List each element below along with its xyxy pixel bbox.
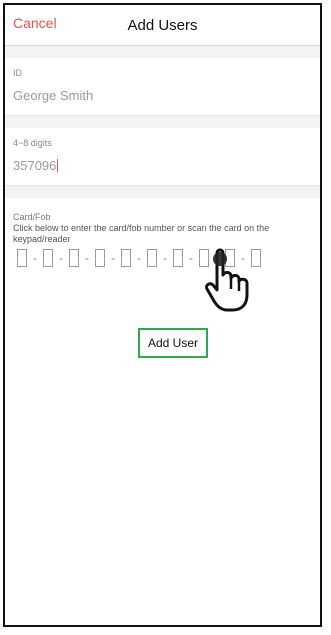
digit-separator: - [85, 251, 89, 265]
cancel-button[interactable]: Cancel [13, 15, 57, 31]
card-digit-box[interactable] [95, 249, 105, 267]
section-spacer [5, 186, 320, 198]
card-digit-box[interactable] [69, 249, 79, 267]
id-input[interactable]: George Smith [5, 78, 320, 103]
digit-separator: - [189, 251, 193, 265]
digit-separator: - [111, 251, 115, 265]
add-user-button[interactable]: Add User [138, 328, 208, 358]
hand-pointer-icon [205, 248, 249, 312]
card-digit-box[interactable] [173, 249, 183, 267]
card-digit-box[interactable] [43, 249, 53, 267]
section-spacer [5, 116, 320, 128]
digit-separator: - [59, 251, 63, 265]
pin-value: 357096 [13, 158, 57, 173]
text-cursor [57, 159, 59, 172]
nav-bar: Cancel Add Users [5, 5, 320, 46]
pin-label: 4~8 digits [13, 138, 52, 148]
card-field-group: Card/Fob Click below to enter the card/f… [5, 198, 320, 267]
pin-field-group: 4~8 digits 357096 [5, 128, 320, 186]
digit-separator: - [137, 251, 141, 265]
add-users-screen: Cancel Add Users ID George Smith 4~8 dig… [3, 3, 322, 627]
card-digit-box[interactable] [121, 249, 131, 267]
card-number-input[interactable]: --------- [13, 249, 312, 267]
id-field-group: ID George Smith [5, 58, 320, 116]
digit-separator: - [33, 251, 37, 265]
card-label: Card/Fob [13, 212, 51, 222]
card-digit-box[interactable] [17, 249, 27, 267]
section-spacer [5, 46, 320, 58]
pin-input[interactable]: 357096 [5, 148, 320, 173]
card-instructions: Click below to enter the card/fob number… [13, 223, 270, 244]
card-digit-box[interactable] [147, 249, 157, 267]
id-label: ID [13, 68, 22, 78]
digit-separator: - [163, 251, 167, 265]
